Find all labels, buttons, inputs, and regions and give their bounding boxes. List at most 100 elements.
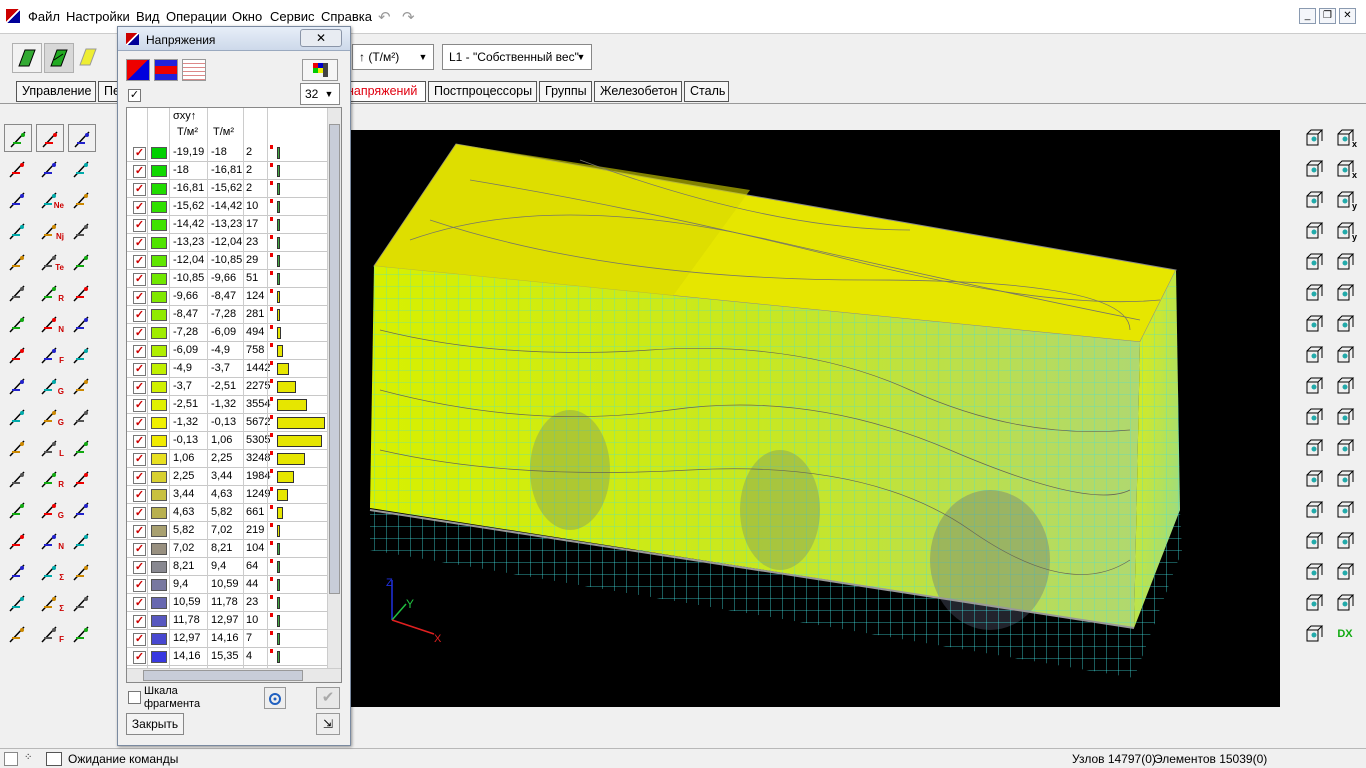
row-checkbox[interactable]: ✓ <box>133 453 146 466</box>
tab-reinforced-concrete[interactable]: Железобетон <box>594 81 682 102</box>
right-view-icon[interactable] <box>1300 310 1328 338</box>
left-tool-icon[interactable] <box>4 310 32 338</box>
left-tool-icon[interactable]: L <box>36 434 64 462</box>
row-color-swatch[interactable] <box>151 651 167 663</box>
right-view-icon[interactable] <box>1331 310 1359 338</box>
left-tool-icon[interactable] <box>68 248 96 276</box>
scale-count-select[interactable]: 32 ▼ <box>300 83 340 105</box>
left-tool-icon[interactable] <box>68 341 96 369</box>
left-tool-icon[interactable] <box>4 279 32 307</box>
row-checkbox[interactable]: ✓ <box>133 399 146 412</box>
left-tool-icon[interactable] <box>68 620 96 648</box>
left-tool-icon[interactable]: F <box>36 620 64 648</box>
snap-icon[interactable]: ⁘ <box>24 752 32 763</box>
row-checkbox[interactable]: ✓ <box>133 327 146 340</box>
left-tool-icon[interactable]: Ne <box>36 186 64 214</box>
row-checkbox[interactable]: ✓ <box>133 255 146 268</box>
row-checkbox[interactable]: ✓ <box>133 561 146 574</box>
left-tool-icon[interactable] <box>36 124 64 152</box>
tab-management[interactable]: Управление <box>16 81 96 102</box>
color-scheme-2-button[interactable] <box>154 59 178 81</box>
palette-settings-button[interactable] <box>302 59 338 81</box>
row-checkbox[interactable]: ✓ <box>133 165 146 178</box>
dialog-close-icon[interactable]: ✕ <box>300 29 342 47</box>
left-tool-icon[interactable]: N <box>36 527 64 555</box>
left-tool-icon[interactable] <box>4 434 32 462</box>
menu-help[interactable]: Справка <box>321 9 372 24</box>
row-color-swatch[interactable] <box>151 381 167 393</box>
row-checkbox[interactable]: ✓ <box>133 381 146 394</box>
row-color-swatch[interactable] <box>151 147 167 159</box>
right-view-icon[interactable] <box>1331 372 1359 400</box>
row-checkbox[interactable]: ✓ <box>133 489 146 502</box>
load-case-combo[interactable]: L1 - "Собственный вес" ▼ <box>442 44 592 70</box>
right-view-icon[interactable] <box>1300 496 1328 524</box>
row-color-swatch[interactable] <box>151 291 167 303</box>
left-tool-icon[interactable]: Σ <box>36 589 64 617</box>
left-tool-icon[interactable]: R <box>36 465 64 493</box>
row-color-swatch[interactable] <box>151 453 167 465</box>
left-tool-icon[interactable] <box>68 465 96 493</box>
right-view-icon[interactable] <box>1300 434 1328 462</box>
left-tool-icon[interactable]: Nj <box>36 217 64 245</box>
model-viewport[interactable]: Z Y X <box>350 130 1280 707</box>
redo-icon[interactable]: ↷ <box>402 8 415 26</box>
row-color-swatch[interactable] <box>151 309 167 321</box>
row-color-swatch[interactable] <box>151 201 167 213</box>
right-view-icon[interactable] <box>1300 558 1328 586</box>
row-checkbox[interactable]: ✓ <box>133 417 146 430</box>
color-scheme-1-button[interactable] <box>126 59 150 81</box>
menu-settings[interactable]: Настройки <box>66 9 130 24</box>
fragment-settings-button[interactable] <box>264 687 286 709</box>
left-tool-icon[interactable] <box>36 155 64 183</box>
left-tool-icon[interactable] <box>4 155 32 183</box>
scale-fragment-checkbox[interactable] <box>128 691 141 704</box>
right-view-icon[interactable] <box>1331 279 1359 307</box>
right-view-icon[interactable] <box>1331 589 1359 617</box>
menu-service[interactable]: Сервис <box>270 9 315 24</box>
left-tool-icon[interactable] <box>4 248 32 276</box>
left-tool-icon[interactable] <box>68 527 96 555</box>
left-tool-icon[interactable] <box>68 558 96 586</box>
right-view-icon[interactable] <box>1300 341 1328 369</box>
right-view-icon[interactable] <box>1300 465 1328 493</box>
row-checkbox[interactable]: ✓ <box>133 147 146 160</box>
row-checkbox[interactable]: ✓ <box>133 543 146 556</box>
row-checkbox[interactable]: ✓ <box>133 309 146 322</box>
export-icon[interactable]: ⇲ <box>316 713 340 735</box>
left-tool-icon[interactable] <box>4 217 32 245</box>
row-checkbox[interactable]: ✓ <box>133 597 146 610</box>
menu-operations[interactable]: Операции <box>166 9 227 24</box>
left-tool-icon[interactable] <box>4 403 32 431</box>
right-view-icon[interactable] <box>1300 279 1328 307</box>
row-color-swatch[interactable] <box>151 525 167 537</box>
right-view-icon[interactable] <box>1331 248 1359 276</box>
row-checkbox[interactable]: ✓ <box>133 651 146 664</box>
undo-icon[interactable]: ↶ <box>378 8 391 26</box>
left-tool-icon[interactable] <box>68 403 96 431</box>
units-combo[interactable]: ↑ (Т/м²) ▼ <box>352 44 434 70</box>
left-tool-icon[interactable]: F <box>36 341 64 369</box>
right-view-icon[interactable]: y <box>1331 217 1359 245</box>
row-checkbox[interactable]: ✓ <box>133 507 146 520</box>
right-view-icon[interactable] <box>1300 217 1328 245</box>
right-view-icon[interactable] <box>1300 372 1328 400</box>
left-tool-icon[interactable] <box>4 186 32 214</box>
right-view-icon[interactable] <box>1300 248 1328 276</box>
left-tool-icon[interactable]: Te <box>36 248 64 276</box>
row-color-swatch[interactable] <box>151 597 167 609</box>
row-color-swatch[interactable] <box>151 543 167 555</box>
table-vertical-scrollbar[interactable] <box>327 108 341 668</box>
row-checkbox[interactable]: ✓ <box>133 579 146 592</box>
left-tool-icon[interactable] <box>68 434 96 462</box>
select-icon[interactable] <box>4 752 18 766</box>
row-checkbox[interactable]: ✓ <box>133 363 146 376</box>
minimize-icon[interactable]: _ <box>1299 8 1316 24</box>
close-icon[interactable]: ✕ <box>1339 8 1356 24</box>
restore-icon[interactable]: ❐ <box>1319 8 1336 24</box>
row-color-swatch[interactable] <box>151 237 167 249</box>
left-tool-icon[interactable]: Σ <box>36 558 64 586</box>
row-checkbox[interactable]: ✓ <box>133 201 146 214</box>
left-tool-icon[interactable] <box>4 496 32 524</box>
row-color-swatch[interactable] <box>151 489 167 501</box>
